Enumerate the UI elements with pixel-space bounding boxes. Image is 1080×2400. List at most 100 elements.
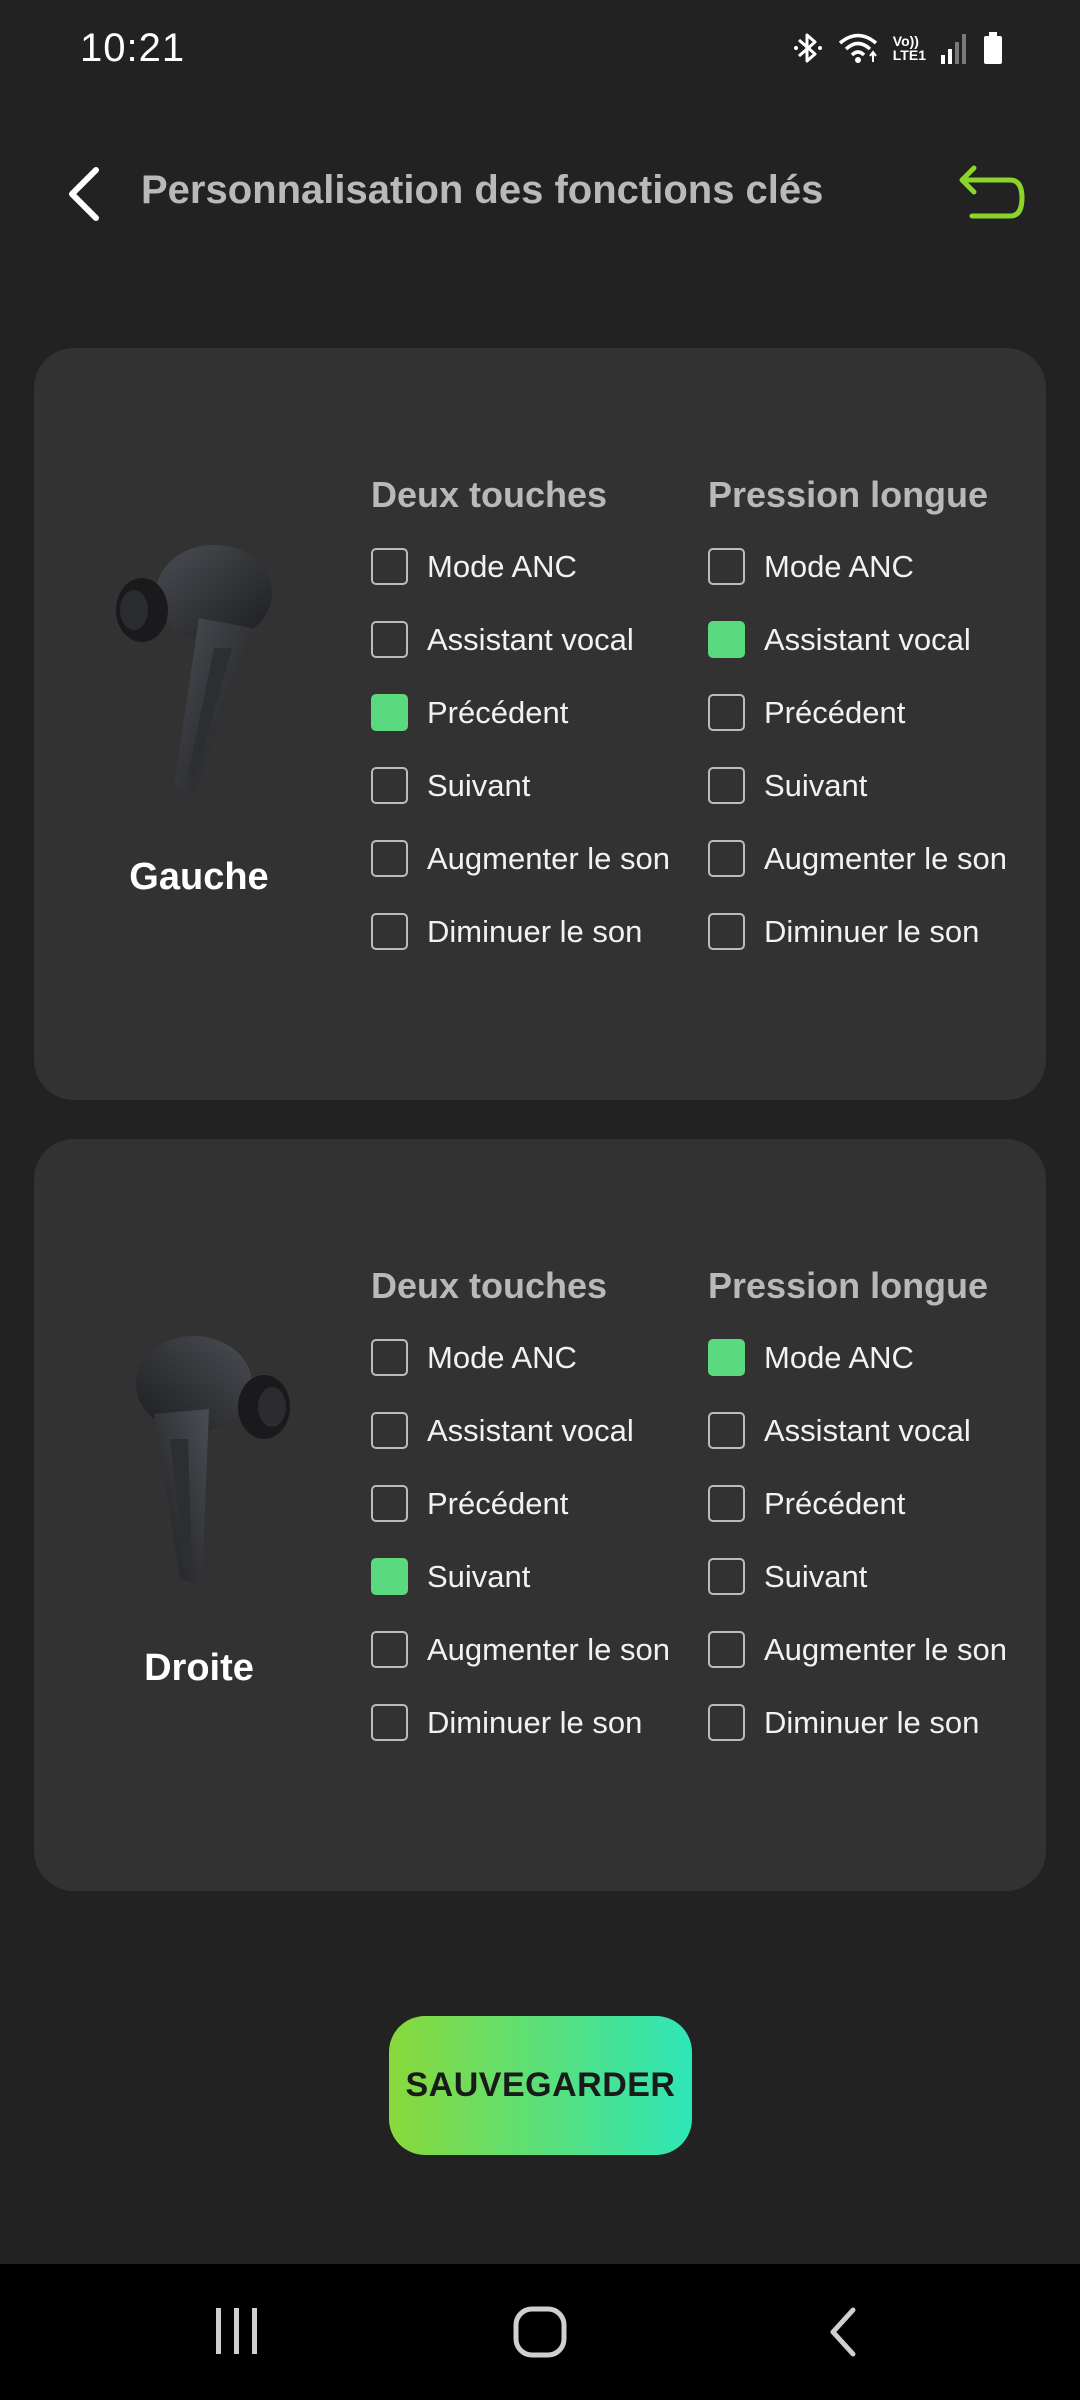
option-diminuer-le-son[interactable]: Diminuer le son [371,895,670,968]
option-diminuer-le-son[interactable]: Diminuer le son [708,895,1007,968]
checkbox[interactable] [371,621,408,658]
option-label: Précédent [764,1485,906,1521]
chevron-left-icon[interactable] [58,162,118,226]
checkbox[interactable] [371,548,408,585]
navigation-bar [0,2264,1080,2400]
checkbox[interactable] [371,767,408,804]
left-earbud-card: Gauche Deux touches Mode ANC Assistant v… [34,348,1046,1100]
volte-label-top: Vo)) [892,33,919,49]
back-icon[interactable] [825,2306,861,2358]
option-label: Diminuer le son [427,913,643,949]
recents-icon[interactable] [212,2306,262,2356]
battery-icon [984,32,1002,64]
left-earbud-image [116,545,272,792]
option-precedent[interactable]: Précédent [708,676,1007,749]
column-title: Deux touches [371,474,608,515]
option-mode-anc[interactable]: Mode ANC [708,1321,1007,1394]
option-label: Suivant [427,1558,531,1594]
option-label: Diminuer le son [764,913,980,949]
side-label-right: Droite [144,1647,254,1689]
right-earbud-image [136,1336,290,1583]
checkbox[interactable] [371,1558,408,1595]
option-mode-anc[interactable]: Mode ANC [371,530,670,603]
option-label: Précédent [427,694,569,730]
option-label: Augmenter le son [427,840,670,876]
checkbox[interactable] [708,1558,745,1595]
option-label: Suivant [764,1558,868,1594]
option-label: Assistant vocal [764,1412,971,1448]
checkbox[interactable] [371,694,408,731]
option-suivant[interactable]: Suivant [708,749,1007,822]
option-suivant[interactable]: Suivant [708,1540,1007,1613]
option-augmenter-le-son[interactable]: Augmenter le son [708,1613,1007,1686]
status-bar: 10:21 Vo)) LTE1 [0,0,1080,96]
right-long-press-column: Pression longue Mode ANC Assistant vocal… [708,1265,1007,1759]
option-label: Précédent [764,694,906,730]
option-suivant[interactable]: Suivant [371,1540,670,1613]
option-assistant-vocal[interactable]: Assistant vocal [708,603,1007,676]
option-precedent[interactable]: Précédent [371,1467,670,1540]
page-title: Personnalisation des fonctions clés [141,168,824,212]
column-title: Pression longue [708,474,989,515]
checkbox[interactable] [371,1631,408,1668]
option-label: Suivant [427,767,531,803]
checkbox[interactable] [371,840,408,877]
option-mode-anc[interactable]: Mode ANC [708,530,1007,603]
header: Personnalisation des fonctions clés [0,150,1080,240]
column-title: Pression longue [708,1265,989,1306]
option-label: Diminuer le son [427,1704,643,1740]
checkbox[interactable] [708,694,745,731]
option-assistant-vocal[interactable]: Assistant vocal [371,603,670,676]
right-double-tap-column: Deux touches Mode ANC Assistant vocal Pr… [371,1265,670,1759]
side-label-left: Gauche [129,856,269,898]
option-label: Mode ANC [764,1339,914,1375]
right-earbud-card: Droite Deux touches Mode ANC Assistant v… [34,1139,1046,1891]
checkbox[interactable] [371,913,408,950]
volte-icon: Vo)) LTE1 [893,34,926,62]
option-label: Augmenter le son [427,1631,670,1667]
checkbox[interactable] [708,1412,745,1449]
status-time: 10:21 [80,25,186,70]
option-label: Diminuer le son [764,1704,980,1740]
home-icon[interactable] [513,2306,567,2358]
checkbox[interactable] [371,1485,408,1522]
option-assistant-vocal[interactable]: Assistant vocal [708,1394,1007,1467]
option-diminuer-le-son[interactable]: Diminuer le son [708,1686,1007,1759]
volte-label-bottom: LTE1 [892,47,926,63]
option-precedent[interactable]: Précédent [371,676,670,749]
checkbox[interactable] [371,1412,408,1449]
option-label: Assistant vocal [427,1412,634,1448]
checkbox[interactable] [708,1704,745,1741]
option-augmenter-le-son[interactable]: Augmenter le son [708,822,1007,895]
checkbox[interactable] [708,767,745,804]
bluetooth-icon [793,33,822,63]
checkbox[interactable] [371,1339,408,1376]
option-label: Précédent [427,1485,569,1521]
checkbox[interactable] [708,548,745,585]
status-icons: Vo)) LTE1 [793,30,1004,66]
checkbox[interactable] [371,1704,408,1741]
option-label: Assistant vocal [427,621,634,657]
checkbox[interactable] [708,621,745,658]
option-label: Assistant vocal [764,621,971,657]
option-assistant-vocal[interactable]: Assistant vocal [371,1394,670,1467]
option-augmenter-le-son[interactable]: Augmenter le son [371,822,670,895]
checkbox[interactable] [708,1339,745,1376]
option-label: Mode ANC [764,548,914,584]
option-augmenter-le-son[interactable]: Augmenter le son [371,1613,670,1686]
option-label: Mode ANC [427,548,577,584]
checkbox[interactable] [708,840,745,877]
column-title: Deux touches [371,1265,608,1306]
option-label: Mode ANC [427,1339,577,1375]
checkbox[interactable] [708,1485,745,1522]
option-precedent[interactable]: Précédent [708,1467,1007,1540]
checkbox[interactable] [708,913,745,950]
option-label: Augmenter le son [764,1631,1007,1667]
checkbox[interactable] [708,1631,745,1668]
left-long-press-column: Pression longue Mode ANC Assistant vocal… [708,474,1007,968]
option-diminuer-le-son[interactable]: Diminuer le son [371,1686,670,1759]
save-button[interactable]: SAUVEGARDER [389,2016,692,2155]
undo-icon[interactable] [950,160,1026,230]
option-suivant[interactable]: Suivant [371,749,670,822]
option-mode-anc[interactable]: Mode ANC [371,1321,670,1394]
